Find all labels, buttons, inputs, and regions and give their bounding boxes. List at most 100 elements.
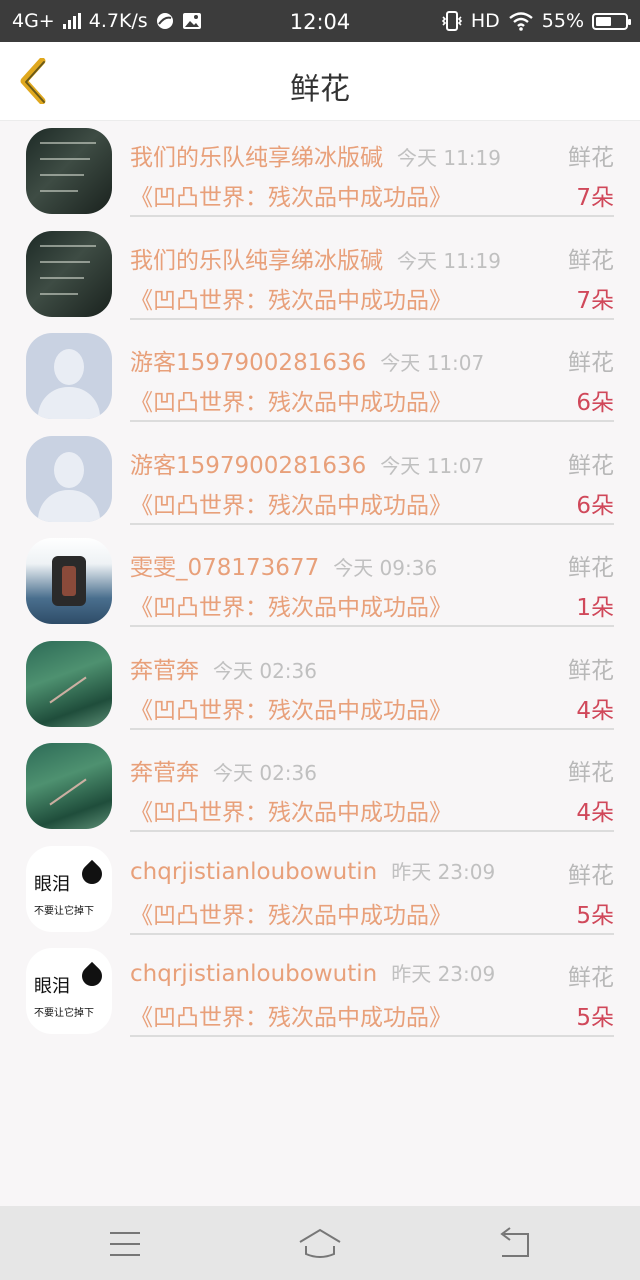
person-body [38,387,100,419]
user-name[interactable]: 游客1597900281636 今天 11:07 [130,446,484,480]
work-title[interactable]: 《凹凸世界：残次品中成功品》 [130,178,452,212]
avatar[interactable] [26,538,112,624]
list-item[interactable]: 眼泪不要让它掉下 chqrjistianloubowutin 昨天 23:09 鲜花《… [0,942,640,1045]
app-header: 鲜花 [0,42,640,121]
user-name-text: 游客1597900281636 [130,452,367,479]
back-nav-button[interactable] [486,1224,546,1264]
hd-label: HD [470,10,500,32]
back-arrow-icon [500,1227,529,1257]
user-name[interactable]: 雯雯_078173677 今天 09:36 [130,548,437,582]
avatar[interactable] [26,435,112,522]
teardrop-icon [77,859,107,888]
home-icon [299,1228,341,1258]
work-title[interactable]: 《凹凸世界：残次品中成功品》 [130,486,452,520]
timestamp: 昨天 23:09 [391,859,496,884]
record-info: 游客1597900281636 今天 11:07 鲜花 《凹凸世界：残次品中成功品》 6… [130,327,614,422]
list-item[interactable]: 奔菅奔 今天 02:36 鲜花 《凹凸世界：残次品中成功品》 4朵 [0,737,640,840]
menu-icon [110,1232,140,1256]
work-title[interactable]: 《凹凸世界：残次品中成功品》 [130,998,452,1032]
avatar[interactable]: 眼泪 不要让它掉下 [26,948,112,1034]
flower-count: 5朵 [576,1005,614,1031]
avatar-text-line [40,292,78,295]
avatar-text-line [40,158,90,160]
timestamp: 昨天 23:09 [391,962,496,986]
user-name[interactable]: chqrjistianloubowutin 昨天 23:09 [130,958,495,987]
user-name-text: chqrjistianloubowutin [130,961,378,987]
user-name-text: 我们的乐队纯享绨冰版碱 [130,145,383,171]
timestamp: 今天 02:36 [213,761,317,785]
wifi-icon [509,12,533,31]
list-item[interactable]: 游客1597900281636 今天 11:07 鲜花 《凹凸世界：残次品中成功品》 6… [0,327,640,430]
user-name-text: 奔菅奔 [130,760,199,786]
avatar-text-line [40,142,96,144]
list-item[interactable]: 游客1597900281636 今天 11:07 鲜花 《凹凸世界：残次品中成功品》 6… [0,430,640,533]
flower-count: 1朵 [576,595,614,621]
record-info: 游客1597900281636 今天 11:07 鲜花 《凹凸世界：残次品中成功品》 6… [130,430,614,525]
timestamp: 今天 11:19 [397,248,501,273]
gift-type: 鲜花 [568,145,614,171]
home-button[interactable] [290,1224,350,1264]
avatar-text-line [40,190,78,192]
flower-record-list: 我们的乐队纯享绨冰版碱 今天 11:19 鲜花 《凹凸世界：残次品中成功品》 7朵 我们的… [0,122,640,1045]
avatar[interactable]: 眼泪 不要让它掉下 [26,845,112,932]
avatar-caption: 眼泪 [34,976,70,997]
record-info: chqrjistianloubowutin 昨天 23:09 鲜花《凹凸世界：残次品… [130,942,614,1037]
user-name[interactable]: 奔菅奔 今天 02:36 [130,651,317,685]
work-title[interactable]: 《凹凸世界：残次品中成功品》 [130,793,452,827]
menu-button[interactable] [96,1224,156,1264]
status-right: HD 55% [441,10,631,32]
user-name[interactable]: 我们的乐队纯享绨冰版碱 今天 11:19 [130,138,501,172]
user-name-text: chqrjistianloubowutin [130,858,378,885]
list-item[interactable]: 我们的乐队纯享绨冰版碱 今天 11:19 鲜花《凹凸世界：残次品中成功品》 7朵 [0,225,640,328]
work-title[interactable]: 《凹凸世界：残次品中成功品》 [130,588,452,622]
list-item[interactable]: 雯雯_078173677 今天 09:36 鲜花《凹凸世界：残次品中成功品》 1朵 [0,532,640,635]
avatar[interactable] [26,743,112,829]
list-item[interactable]: 奔菅奔 今天 02:36 鲜花 《凹凸世界：残次品中成功品》 4朵 [0,635,640,738]
user-name[interactable]: 我们的乐队纯享绨冰版碱 今天 11:19 [130,241,501,275]
list-item[interactable]: 眼泪 不要让它掉下 chqrjistianloubowutin 昨天 23:09 鲜花《… [0,840,640,943]
user-name-text: 我们的乐队纯享绨冰版碱 [130,247,383,274]
flower-count: 5朵 [576,902,614,929]
avatar[interactable] [26,640,112,727]
list-item[interactable]: 我们的乐队纯享绨冰版碱 今天 11:19 鲜花《凹凸世界：残次品中成功品》 7朵 [0,122,640,225]
flower-count: 7朵 [576,287,614,314]
work-title[interactable]: 《凹凸世界：残次品中成功品》 [130,691,452,725]
gift-type: 鲜花 [568,760,614,786]
avatar-text-line [40,276,84,279]
page-title: 鲜花 [290,72,350,107]
avatar[interactable] [26,333,112,419]
avatar[interactable] [26,128,112,214]
gift-type: 鲜花 [568,965,614,991]
flower-count: 7朵 [576,185,614,211]
avatar-ray [49,778,87,806]
record-info: chqrjistianloubowutin 昨天 23:09 鲜花《凹凸世界：残次品… [130,840,614,935]
work-title[interactable]: 《凹凸世界：残次品中成功品》 [130,281,452,315]
battery-percent: 55% [541,10,584,32]
gift-type: 鲜花 [568,555,614,581]
avatar-subcaption: 不要让它掉下 [34,1008,94,1019]
avatar-text-line [40,260,90,263]
user-name[interactable]: 奔菅奔 今天 02:36 [130,753,317,787]
status-bar: 4G+ 4.7K/s 12:04 HD 55% [0,0,640,42]
timestamp: 今天 11:07 [380,351,485,375]
system-nav-bar [0,1206,640,1280]
work-title[interactable]: 《凹凸世界：残次品中成功品》 [130,896,452,930]
gift-type: 鲜花 [568,350,614,376]
avatar-subcaption: 不要让它掉下 [34,905,94,917]
user-name-text: 奔菅奔 [130,657,199,684]
avatar-text-line [40,174,84,176]
gift-type: 鲜花 [568,452,614,479]
user-name[interactable]: 游客1597900281636 今天 11:07 [130,343,484,377]
record-info: 我们的乐队纯享绨冰版碱 今天 11:19 鲜花《凹凸世界：残次品中成功品》 7朵 [130,225,614,320]
backpack-icon [52,556,86,606]
record-info: 奔菅奔 今天 02:36 鲜花 《凹凸世界：残次品中成功品》 4朵 [130,635,614,730]
gift-type: 鲜花 [568,247,614,274]
avatar-ray [49,676,87,703]
timestamp: 今天 02:36 [213,658,317,683]
work-title[interactable]: 《凹凸世界：残次品中成功品》 [130,383,452,417]
battery-icon [592,12,631,30]
gift-type: 鲜花 [568,862,614,889]
user-name[interactable]: chqrjistianloubowutin 昨天 23:09 [130,856,495,885]
timestamp: 今天 11:07 [380,453,485,478]
avatar[interactable] [26,230,112,317]
